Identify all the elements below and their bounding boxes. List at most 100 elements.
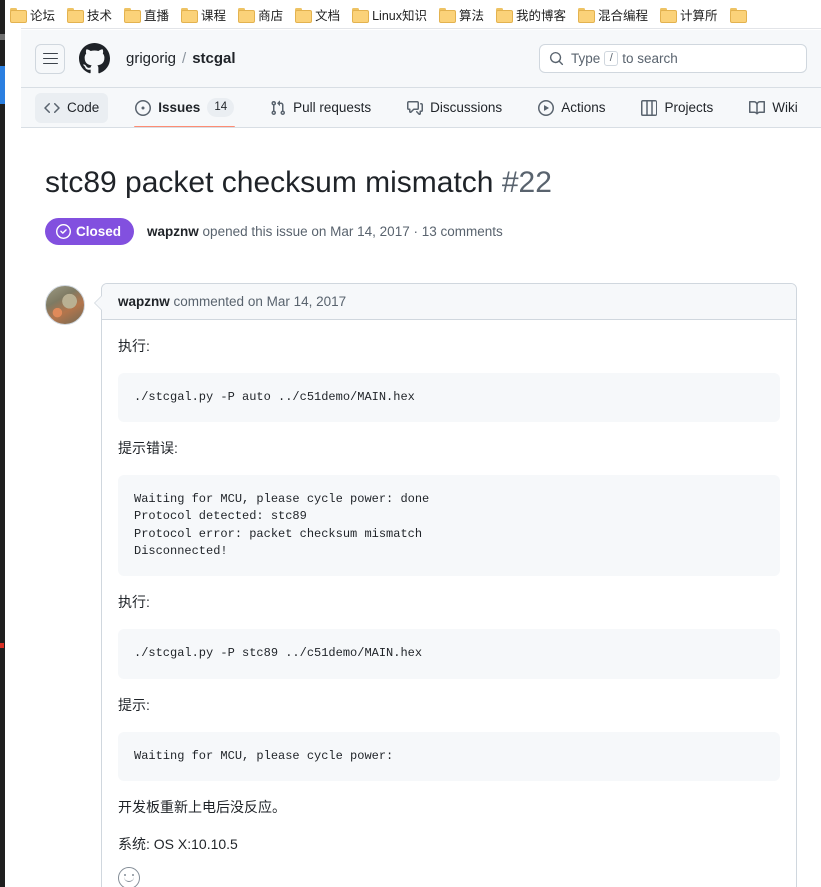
issue-meta-date: Mar 14, 2017 [330,223,410,239]
code-icon [44,100,60,116]
bookmark-label: Linux知识 [372,8,427,23]
reaction-row [118,867,780,887]
browser-chrome-left-edge [0,0,5,887]
smiley-icon[interactable] [118,867,140,887]
issue-meta-action: opened this issue on [202,223,327,239]
bookmark-item[interactable]: 我的博客 [491,3,573,26]
bookmark-item[interactable]: 论坛 [5,3,62,26]
tab-issues[interactable]: Issues 14 [126,93,243,127]
issue-closed-icon [56,223,71,239]
bookmark-item[interactable]: 直播 [119,3,176,26]
tab-label: Code [67,100,100,115]
issue-author[interactable]: wapznw [147,224,199,239]
tab-actions[interactable]: Actions [529,93,614,123]
status-badge: Closed [45,217,135,245]
smiley-eye-left [124,873,127,877]
repository-nav: Code Issues 14 Pull requests Discussions [21,88,821,128]
tab-pull-requests[interactable]: Pull requests [261,93,380,123]
folder-icon [496,7,513,23]
bookmark-label: 论坛 [30,8,56,23]
bookmark-item[interactable]: 文档 [290,3,347,26]
folder-icon [438,7,456,23]
issue-title-text: stc89 packet checksum mismatch [45,166,494,199]
folder-icon [124,7,142,23]
table-icon [641,99,658,116]
breadcrumb-owner[interactable]: grigorig [126,50,176,67]
chrome-edge-segment-blue [0,66,5,104]
folder-icon [181,7,199,23]
comment-paragraph: 执行: [118,337,150,354]
smiley-eye-right [131,873,134,877]
bookmark-item[interactable]: Linux知识 [347,3,434,26]
global-nav-menu-button[interactable] [35,43,65,74]
tab-wiki[interactable]: Wiki [740,93,807,123]
folder-icon [10,7,27,23]
breadcrumb-separator: / [182,50,187,67]
tab-label: Actions [561,100,606,115]
browser-viewport: grigorig / stcgal Type / to search Code [5,28,821,887]
code-block: Waiting for MCU, please cycle power: [118,731,780,782]
folder-icon [67,7,85,23]
comment-paragraph: 执行: [118,594,150,611]
search-placeholder-suffix: to search [622,51,678,66]
bookmark-item[interactable] [725,6,757,23]
smiley-mouth [123,877,134,883]
bookmark-label: 商店 [258,8,284,23]
tab-discussions[interactable]: Discussions [398,93,511,123]
tab-projects[interactable]: Projects [632,93,722,123]
tab-code[interactable]: Code [35,92,109,123]
bookmarks-bar: 论坛 技术 直播 课程 商店 文档 Linux知识 算法 我的博客 混合编程 计… [5,0,821,28]
play-icon [538,99,555,116]
bookmark-item[interactable]: 商店 [233,3,290,26]
comment-action: commented on [173,293,263,309]
comment-thread-item: wapznw commented on Mar 14, 2017 执行: ./s… [45,282,797,887]
search-placeholder-prefix: Type [571,51,601,66]
code-block: Waiting for MCU, please cycle power: don… [118,474,780,577]
issue-meta-separator: · [413,223,418,239]
issue-meta: Closed wapznw opened this issue on Mar 1… [45,217,797,245]
comment-discussion-icon [407,100,424,116]
issue-meta-comments: 13 comments [421,223,503,239]
issue-number: #22 [501,166,552,199]
comment-author[interactable]: wapznw [118,294,170,309]
bookmark-item[interactable]: 混合编程 [573,3,655,26]
comment-paragraph: 开发板重新上电后没反应。 [118,799,286,816]
bookmark-item[interactable]: 算法 [434,3,491,26]
bookmark-label: 课程 [201,8,227,23]
issue-meta-text: wapznw opened this issue on Mar 14, 2017… [147,224,503,239]
tab-label: Projects [664,100,714,115]
search-slash-key: / [604,51,619,66]
bookmark-item[interactable]: 技术 [62,3,119,26]
tab-label: Wiki [772,100,798,115]
chrome-edge-segment-gray [0,34,5,40]
folder-icon [578,7,596,23]
code-block: ./stcgal.py -P auto ../c51demo/MAIN.hex [118,372,780,422]
hamburger-line [42,52,58,55]
book-icon [749,100,766,116]
comment-date: Mar 14, 2017 [266,293,347,309]
comment-paragraph: 提示: [118,696,150,713]
comment-header: wapznw commented on Mar 14, 2017 [102,283,796,320]
folder-icon [729,7,747,23]
bookmark-label: 直播 [144,8,170,23]
bookmark-label: 文档 [315,8,341,23]
bookmark-item[interactable]: 课程 [176,3,233,26]
breadcrumb-repo[interactable]: stcgal [192,50,235,67]
code-block: ./stcgal.py -P stc89 ../c51demo/MAIN.hex [118,629,780,679]
comment-card: wapznw commented on Mar 14, 2017 执行: ./s… [94,282,797,887]
search-input[interactable]: Type / to search [539,44,807,73]
search-placeholder: Type / to search [571,51,678,66]
bookmark-label: 技术 [87,8,113,23]
avatar[interactable] [45,284,85,325]
comment-paragraph: 系统: OS X:10.10.5 [118,836,238,853]
issue-opened-icon [135,99,152,116]
folder-icon [295,7,313,23]
breadcrumb: grigorig / stcgal [126,50,236,67]
bookmark-item[interactable]: 计算所 [655,3,725,26]
github-mark-icon[interactable] [79,43,110,74]
bookmark-label: 计算所 [680,8,718,23]
issue-content: stc89 packet checksum mismatch #22 Close… [21,129,821,887]
status-badge-label: Closed [76,223,122,239]
hamburger-line [42,57,58,60]
git-pull-request-icon [270,100,286,116]
